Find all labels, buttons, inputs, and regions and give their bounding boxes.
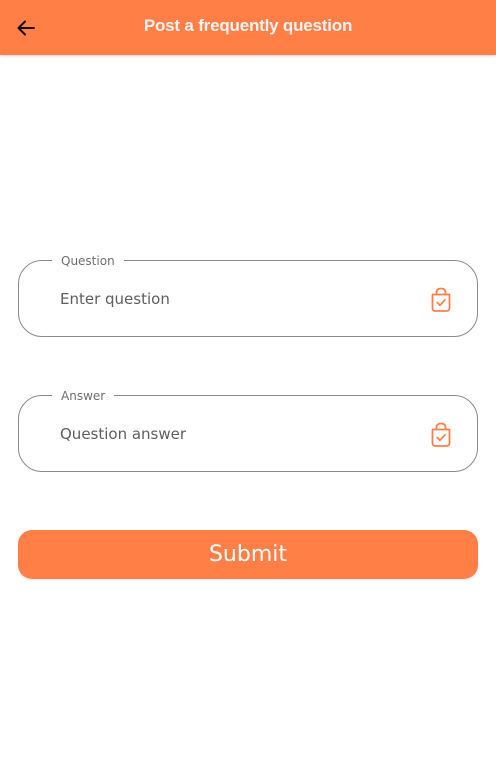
answer-input[interactable] [60,422,400,446]
page-title: Post a frequently question [143,16,353,35]
app-bar: Post a frequently question [0,0,496,55]
answer-label: Answer [52,388,115,404]
bag-check-icon [431,287,451,312]
answer-field[interactable]: Answer [18,388,478,472]
question-field[interactable]: Question [18,253,478,337]
app-screen: Post a frequently question Question Answ… [0,0,496,763]
submit-button[interactable]: Submit [18,530,478,579]
question-label: Question [52,253,124,269]
question-input[interactable] [60,287,400,311]
bag-check-icon [431,422,451,447]
